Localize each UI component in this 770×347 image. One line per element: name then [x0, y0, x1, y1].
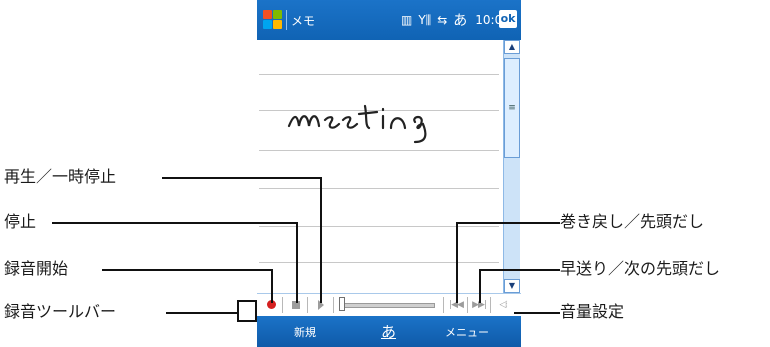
new-softkey[interactable]: 新規: [294, 324, 316, 340]
toolbar-separator: [467, 297, 468, 313]
ruled-line: [259, 262, 499, 263]
leader-line: [456, 222, 560, 224]
handwriting-text: meeting: [257, 40, 258, 41]
note-canvas[interactable]: meeting: [257, 40, 503, 293]
ruled-line: [259, 226, 499, 227]
leader-line: [514, 312, 560, 314]
callout-volume: 音量設定: [560, 302, 625, 321]
scroll-thumb[interactable]: ≡: [504, 58, 520, 158]
leader-line: [102, 269, 273, 271]
volume-button[interactable]: ◁⫶: [495, 296, 511, 313]
speaker-icon: ◁⫶: [499, 299, 507, 310]
scroll-down-button[interactable]: ▼: [504, 279, 520, 293]
signal-icon[interactable]: Y⫼: [418, 13, 431, 28]
handwriting-ink: [287, 104, 427, 144]
leader-line: [479, 269, 481, 303]
callout-recording-toolbar: 録音ツールバー: [4, 302, 117, 321]
vertical-scrollbar[interactable]: ▲ ≡ ▼: [503, 40, 520, 293]
ok-button[interactable]: ok: [499, 10, 517, 28]
title-separator: [286, 10, 287, 30]
leader-line: [456, 222, 458, 303]
leader-line: [296, 222, 298, 303]
ruled-line: [259, 188, 499, 189]
leader-line: [52, 222, 298, 224]
leader-line: [162, 177, 322, 179]
connectivity-icon[interactable]: ⇆: [437, 13, 447, 27]
leader-line: [320, 177, 322, 303]
callout-play-pause: 再生／一時停止: [4, 167, 117, 186]
toolbar-separator: [282, 297, 283, 313]
callout-fast-forward: 早送り／次の先頭だし: [560, 259, 721, 278]
title-bar: メモ ▥ Y⫼ ⇆ あ 10:00 ok: [257, 0, 521, 40]
callout-record-start: 録音開始: [4, 259, 69, 278]
leader-line: [479, 269, 560, 271]
position-slider-track[interactable]: [341, 303, 435, 308]
input-panel-button[interactable]: あ: [381, 321, 396, 342]
toolbar-bracket: [237, 300, 257, 322]
status-tray: ▥ Y⫼ ⇆ あ 10:00: [401, 9, 510, 31]
ruled-line: [259, 150, 499, 151]
leader-line: [166, 312, 238, 314]
ruled-line: [259, 74, 499, 75]
callout-stop: 停止: [4, 212, 37, 231]
scroll-up-button[interactable]: ▲: [504, 40, 520, 54]
menu-bar: 新規 あ メニュー: [257, 316, 521, 347]
callout-rewind: 巻き戻し／先頭だし: [560, 212, 705, 231]
leader-line: [271, 269, 273, 303]
toolbar-separator: [490, 297, 491, 313]
input-mode-indicator[interactable]: あ: [453, 10, 467, 30]
battery-icon[interactable]: ▥: [401, 13, 412, 27]
toolbar-separator: [333, 297, 334, 313]
app-title: メモ: [291, 14, 316, 28]
position-slider-knob[interactable]: [339, 297, 345, 311]
windows-start-icon[interactable]: [263, 10, 283, 30]
menu-softkey[interactable]: メニュー: [445, 324, 489, 340]
toolbar-separator: [443, 297, 444, 313]
toolbar-separator: [307, 297, 308, 313]
